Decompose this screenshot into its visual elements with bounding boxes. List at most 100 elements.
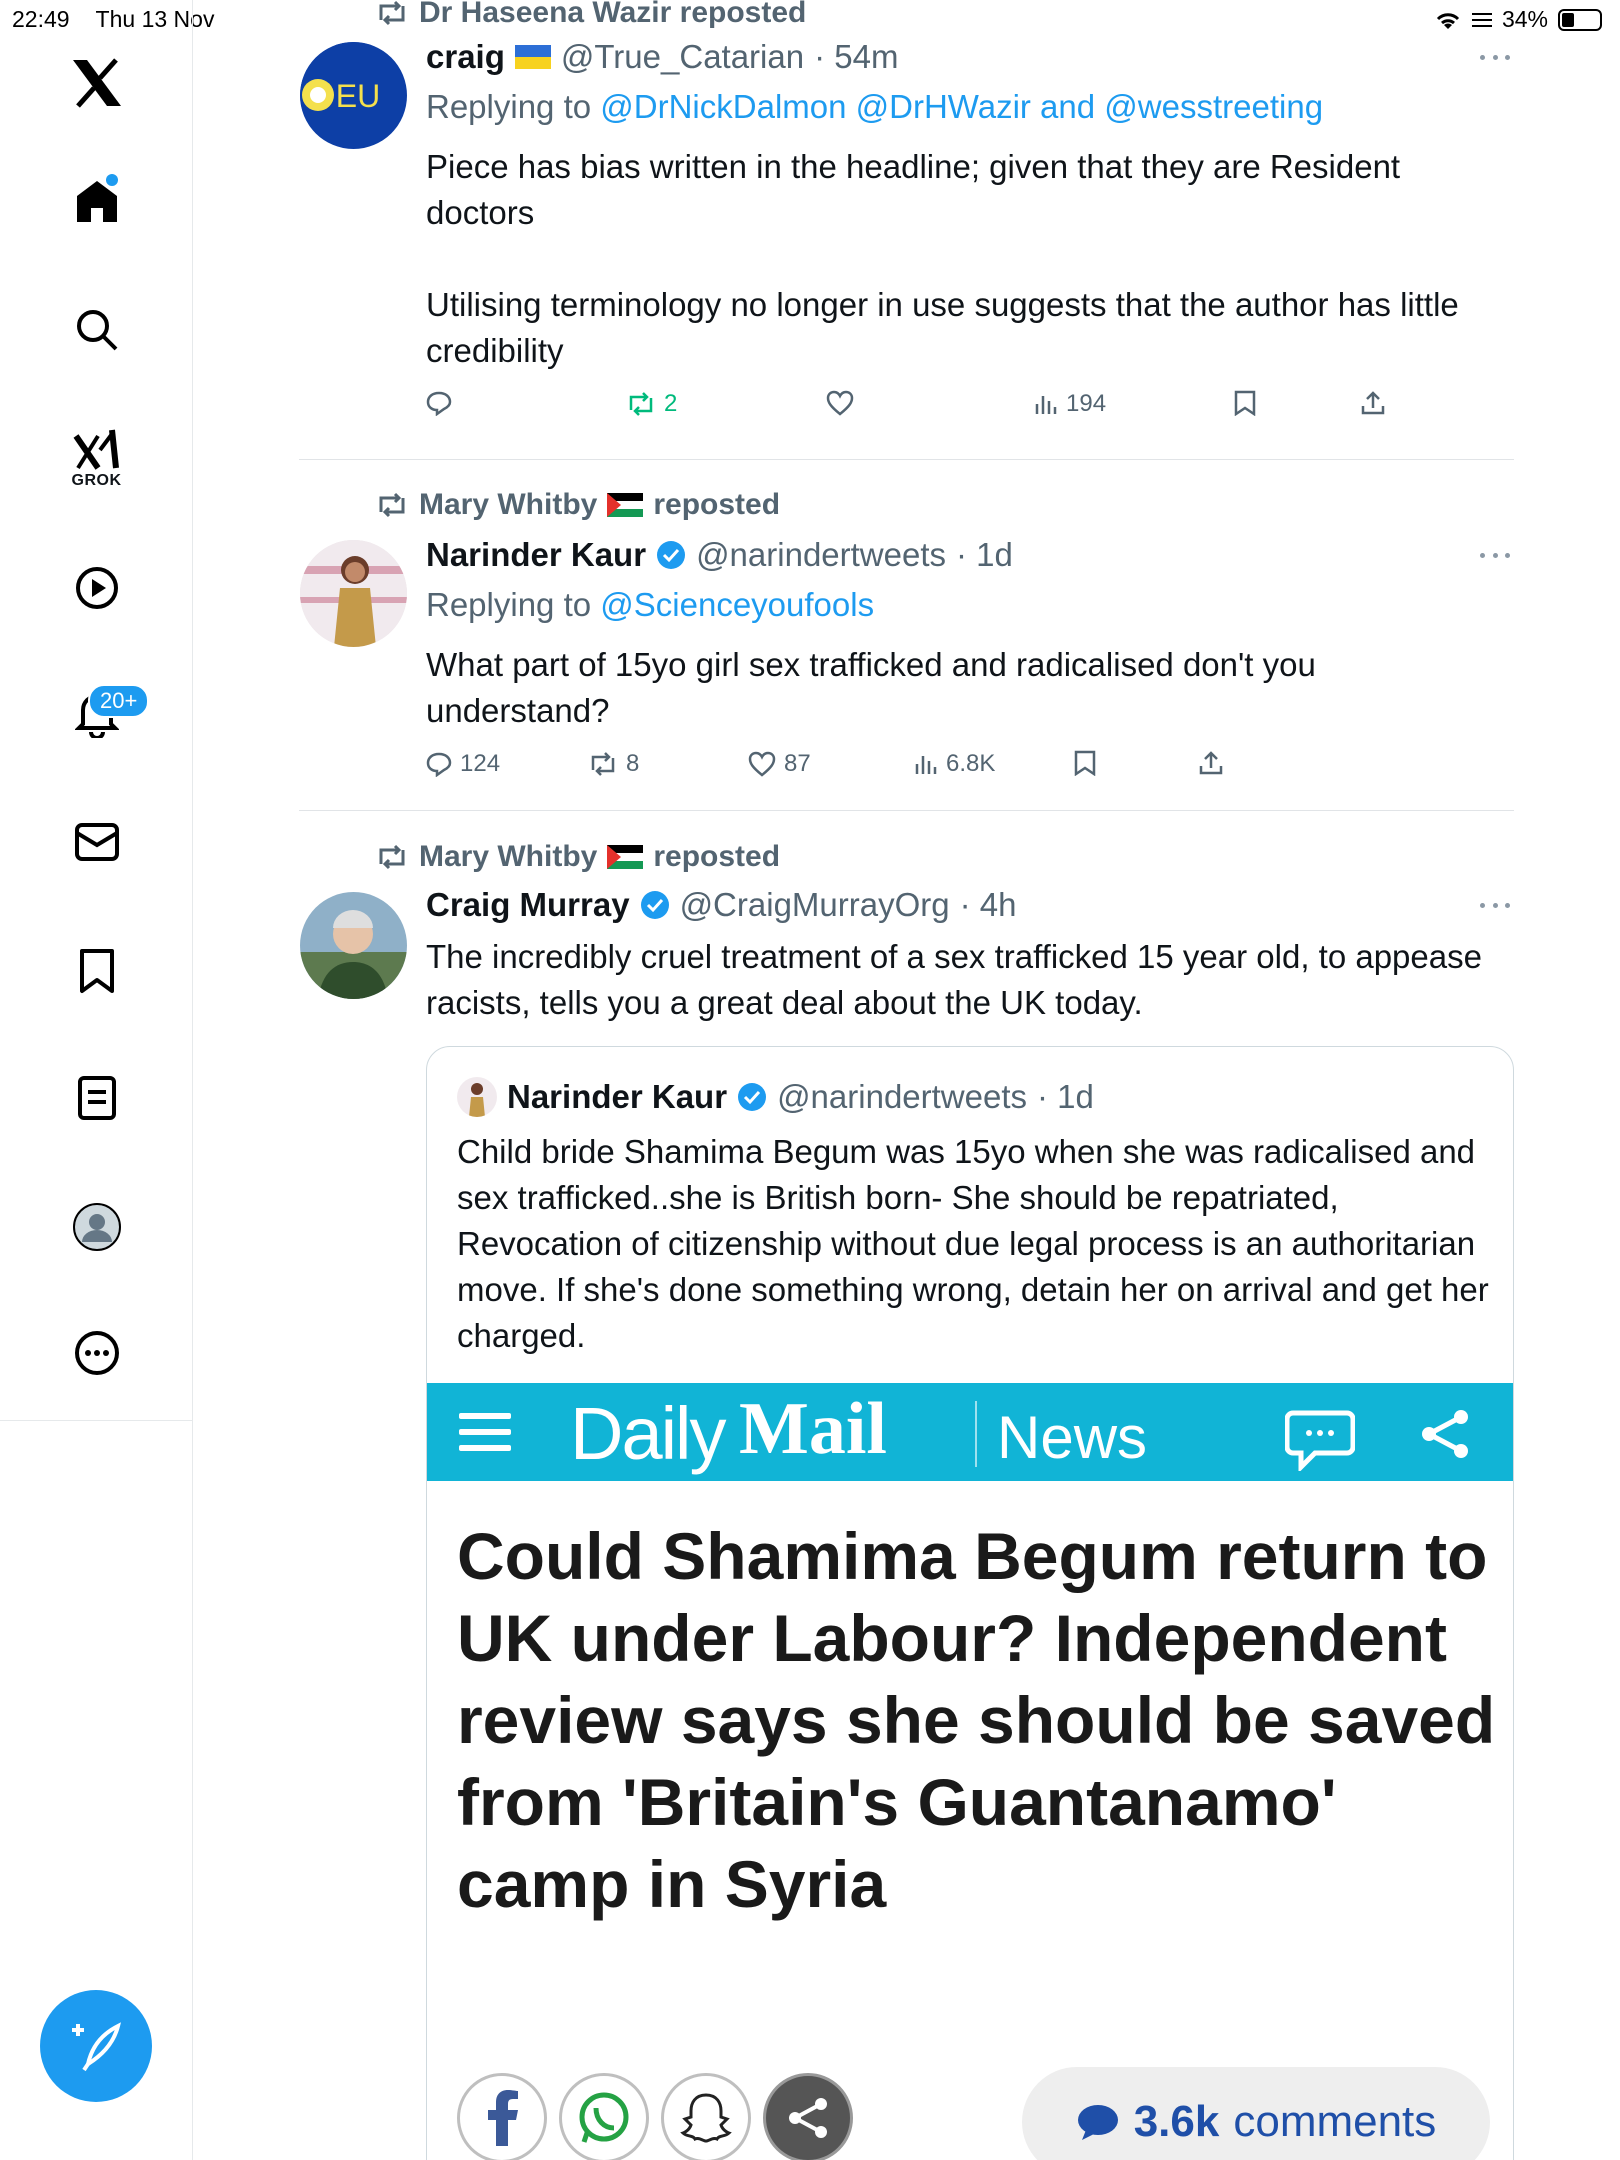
bookmark-button[interactable] [1074,750,1096,776]
tweet-text: Piece has bias written in the headline; … [426,144,1506,374]
repost-by: Dr Haseena Wazir reposted [419,0,807,29]
share-icon [1199,751,1223,775]
views-count: 194 [1066,390,1107,417]
author-name[interactable]: craig [426,38,505,76]
tweet-paragraph: Utilising terminology no longer in use s… [426,286,1459,369]
tweet-header: Narinder Kaur @narindertweets · 1d [426,536,1013,574]
quote-author-name[interactable]: Narinder Kaur [507,1078,727,1116]
quote-text: Child bride Shamima Begum was 15yo when … [457,1133,1489,1354]
bookmark-icon[interactable] [0,948,193,994]
x-logo-icon[interactable] [0,58,193,108]
repost-context: Mary Whitby reposted [375,488,780,522]
reply-icon [426,391,452,416]
views-icon [915,756,937,774]
battery-percent: 34% [1501,6,1548,32]
avatar[interactable] [300,892,407,999]
tweet-header: craig @True_Catarian · 54m [426,38,898,76]
like-button[interactable]: 87 [748,750,811,778]
ukraine-flag-icon [514,45,551,69]
mail-icon[interactable] [0,823,193,861]
grok-label: GROK [71,472,122,489]
replying-prefix: Replying to [426,586,592,623]
reply-icon [426,752,452,777]
replying-links[interactable]: @DrNickDalmon @DrHWazir and @wesstreetin… [600,88,1323,125]
replying-links[interactable]: @Scienceyoufools [600,586,874,623]
battery-icon [1558,8,1602,31]
repost-context: Mary Whitby reposted [375,840,780,874]
tweet-paragraph: Piece has bias written in the headline; … [426,148,1401,231]
article-headline: Could Shamima Begum return to UK under L… [457,1519,1496,1921]
compose-icon [72,2022,121,2072]
menu-icon [459,1413,511,1453]
notifications-badge: 20+ [88,684,150,718]
tweet-header: Craig Murray @CraigMurrayOrg · 4h [426,886,1016,924]
facebook-icon [488,2090,518,2146]
quoted-tweet[interactable]: Narinder Kaur @narindertweets · 1d Child… [426,1046,1514,2160]
retweet-button[interactable]: 8 [588,750,639,778]
avatar[interactable]: EU [300,42,407,149]
author-name[interactable]: Narinder Kaur [426,536,646,574]
repost-suffix: reposted [653,840,781,873]
list-icon[interactable] [0,1076,193,1120]
more-icon[interactable] [0,1330,193,1376]
views-icon [1035,396,1057,414]
brand-mail: Mail [739,1388,887,1470]
like-count: 87 [784,750,811,777]
share-icon [1361,391,1385,415]
share-icon [789,2098,827,2138]
tweet-time: · 54m [814,38,899,75]
retweet-button[interactable]: 2 [626,390,677,418]
like-icon [826,390,854,416]
section-label: News [997,1404,1148,1471]
more-options-button[interactable] [1480,553,1510,563]
views-count: 6.8K [946,750,996,777]
more-options-button[interactable] [1480,903,1510,913]
like-button[interactable] [826,390,854,416]
whatsapp-share-button [559,2073,649,2160]
share-icon [1422,1410,1468,1458]
verified-icon [640,891,669,919]
reply-button[interactable]: 124 [426,750,500,778]
daily-mail-banner: Daily Mail News [427,1383,1513,1481]
quote-author-handle[interactable]: @narindertweets [777,1078,1027,1116]
comments-count: 3.6k [1133,2097,1220,2146]
video-icon[interactable] [0,565,193,611]
views-button[interactable]: 194 [1034,390,1106,418]
search-icon[interactable] [0,308,193,352]
home-unread-dot [106,174,118,186]
chat-icon [1285,1410,1355,1471]
like-icon [748,751,776,777]
reply-button[interactable] [426,390,452,416]
retweet-count: 2 [664,390,678,417]
author-name[interactable]: Craig Murray [426,886,630,924]
avatar[interactable] [300,540,407,647]
whatsapp-icon [579,2092,629,2143]
comments-label: comments [1233,2097,1437,2146]
tweet-time: · 4h [959,886,1017,923]
tweet-text: What part of 15yo girl sex trafficked an… [426,646,1316,729]
brand-daily: Daily [570,1392,726,1475]
bookmark-button[interactable] [1234,390,1256,416]
repost-suffix: reposted [653,488,781,521]
share-button[interactable] [1198,750,1224,776]
repost-by: Mary Whitby [419,488,598,521]
quote-avatar [457,1077,497,1117]
retweet-icon [379,492,405,518]
compose-button[interactable] [40,1990,152,2102]
author-handle[interactable]: @narindertweets [696,536,946,574]
replying-prefix: Replying to [426,88,592,125]
author-handle[interactable]: @True_Catarian [561,38,804,76]
home-icon[interactable] [0,178,193,224]
tweet-divider [299,810,1514,811]
grok-icon[interactable]: GROK [0,428,193,490]
author-handle[interactable]: @CraigMurrayOrg [680,886,950,924]
snapchat-share-button [661,2073,751,2160]
palestine-flag-icon [607,845,644,869]
share-button[interactable] [1360,390,1386,416]
profile-icon[interactable] [0,1202,193,1252]
bookmark-icon [1074,750,1096,776]
retweet-icon [379,0,405,26]
comment-bubble-icon [1077,2105,1118,2140]
more-options-button[interactable] [1480,55,1510,65]
views-button[interactable]: 6.8K [914,750,995,778]
